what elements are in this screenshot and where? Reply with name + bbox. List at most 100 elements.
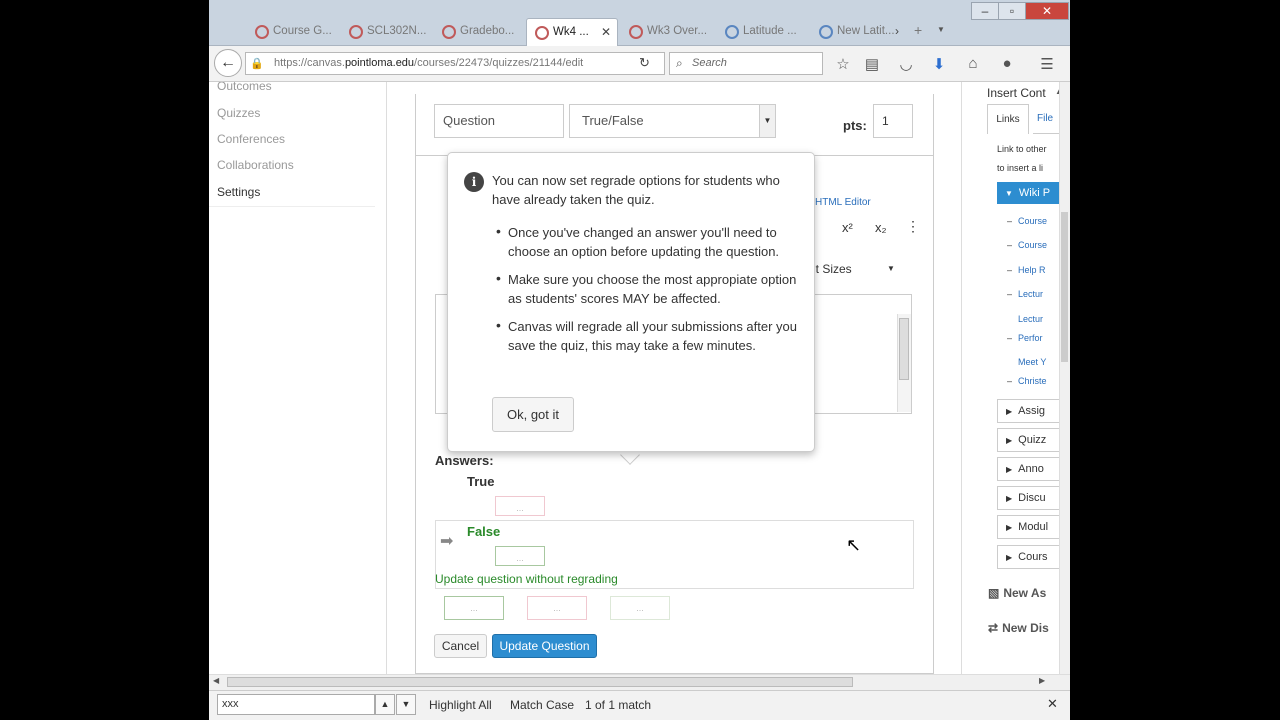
wiki-item[interactable]: – Help R	[1007, 261, 1046, 279]
sidebar-item-collaborations[interactable]: Collaborations	[217, 158, 294, 172]
close-find-icon[interactable]: ✕	[1047, 696, 1058, 712]
download-icon[interactable]: ⬇	[930, 55, 948, 73]
wiki-item[interactable]: – Lectur	[1007, 285, 1043, 303]
url-bar[interactable]: https://canvas.pointloma.edu/courses/224…	[245, 52, 665, 75]
globe-favicon-icon	[819, 25, 833, 39]
match-count: 1 of 1 match	[585, 698, 652, 712]
tab-links[interactable]: Links	[987, 104, 1029, 134]
wiki-item[interactable]: – Course	[1007, 212, 1047, 230]
tab-scroll-right-icon[interactable]: ›	[895, 24, 899, 38]
find-input[interactable]: xxx	[217, 694, 375, 715]
answer-false-label[interactable]: False	[467, 524, 500, 539]
right-panel-scrollbar[interactable]	[1059, 82, 1070, 674]
subscript-button[interactable]: x₂	[875, 220, 887, 235]
popover-bullet: Canvas will regrade all your submissions…	[508, 319, 798, 353]
sidebar-divider	[209, 206, 375, 207]
tab-close-icon[interactable]: ✕	[601, 19, 611, 46]
accordion-quizzes[interactable]: ▶ Quizz	[997, 428, 1067, 452]
home-icon[interactable]: ⌂	[964, 55, 982, 72]
highlight-all-toggle[interactable]: Highlight All	[429, 698, 492, 712]
accordion-assignments[interactable]: ▶ Assig	[997, 399, 1067, 423]
question-type-select[interactable]: True/False	[569, 104, 776, 138]
regrade-option-box[interactable]: ...	[610, 596, 670, 620]
sidebar-item-conferences[interactable]: Conferences	[217, 132, 285, 146]
bullet-icon: •	[496, 223, 501, 239]
match-case-toggle[interactable]: Match Case	[510, 698, 574, 712]
wiki-item[interactable]: Lectur	[1007, 310, 1043, 328]
chevron-down-icon[interactable]: ▼	[887, 264, 895, 273]
tab-latitude[interactable]: Latitude ...	[717, 18, 809, 46]
ok-got-it-button[interactable]: Ok, got it	[492, 397, 574, 432]
cancel-button[interactable]: Cancel	[434, 634, 487, 658]
accordion-modules[interactable]: ▶ Modul	[997, 515, 1067, 539]
page-hscroll-thumb[interactable]	[227, 677, 853, 687]
back-arrow-icon[interactable]: ←	[214, 49, 242, 77]
tab-scl302n[interactable]: SCL302N...	[341, 18, 433, 46]
scroll-right-icon[interactable]: ▶	[1039, 676, 1045, 685]
points-input[interactable]: 1	[873, 104, 913, 138]
close-window-icon[interactable]: ✕	[1025, 2, 1069, 20]
update-question-button[interactable]: Update Question	[492, 634, 597, 658]
wiki-item[interactable]: Meet Y	[1007, 353, 1046, 371]
html-editor-link[interactable]: HTML Editor	[815, 197, 871, 208]
tab-course-g[interactable]: Course G...	[247, 18, 339, 46]
popover-bullet: Make sure you choose the most appropiate…	[508, 272, 797, 306]
regrade-option-box[interactable]: ...	[527, 596, 587, 620]
reading-list-icon[interactable]: ▤	[863, 55, 881, 73]
wiki-item[interactable]: – Christe	[1007, 372, 1047, 390]
wiki-pages-header[interactable]: ▼ Wiki P	[997, 182, 1067, 204]
tab-wk3-overview[interactable]: Wk3 Over...	[621, 18, 713, 46]
menu-icon[interactable]: ☰	[1038, 55, 1056, 73]
minimize-icon[interactable]: –	[971, 2, 999, 20]
sidebar-item-settings[interactable]: Settings	[217, 185, 260, 199]
font-sizes-select[interactable]: nt Sizes	[809, 262, 852, 276]
accordion-discussions[interactable]: ▶ Discu	[997, 486, 1067, 510]
maximize-icon[interactable]: ▫	[998, 2, 1026, 20]
regrade-option-text[interactable]: Update question without regrading	[435, 572, 618, 586]
canvas-favicon-icon	[535, 26, 549, 40]
chevron-down-icon: ▼	[1005, 189, 1013, 198]
search-input[interactable]: Search	[669, 52, 823, 75]
pocket-icon[interactable]: ◡	[897, 55, 915, 73]
popover-bullet: Once you've changed an answer you'll nee…	[508, 225, 780, 259]
tab-new-latitude[interactable]: New Latit...	[811, 18, 903, 46]
popover-intro-text: You can now set regrade options for stud…	[492, 173, 780, 207]
tab-wk4[interactable]: Wk4 ... ✕	[526, 18, 618, 46]
accordion-announcements[interactable]: ▶ Anno	[997, 457, 1067, 481]
question-name-input[interactable]: Question	[434, 104, 564, 138]
answer-true-label[interactable]: True	[467, 474, 494, 489]
lock-icon: 🔒	[250, 58, 264, 70]
tab-list-icon[interactable]: ▼	[937, 25, 945, 34]
canvas-favicon-icon	[255, 25, 269, 39]
canvas-favicon-icon	[442, 25, 456, 39]
answer-comment-box[interactable]: ...	[495, 546, 545, 566]
answers-label: Answers:	[435, 453, 494, 468]
find-next-icon[interactable]: ▼	[396, 694, 416, 715]
sidebar-item-quizzes[interactable]: Quizzes	[217, 106, 260, 120]
chat-icon[interactable]: ●	[998, 55, 1016, 72]
points-label: pts:	[843, 118, 867, 133]
tab-gradebook[interactable]: Gradebo...	[434, 18, 526, 46]
chevron-down-icon[interactable]: ▼	[759, 105, 775, 137]
wiki-item[interactable]: – Course	[1007, 236, 1047, 254]
editor-scroll-thumb[interactable]	[899, 318, 909, 380]
superscript-button[interactable]: x²	[842, 220, 853, 235]
new-assignment-link[interactable]: ▧ New As	[988, 586, 1046, 600]
correct-answer-arrow-icon: ➡	[440, 533, 454, 550]
answer-comment-box[interactable]: ...	[495, 496, 545, 516]
new-discussion-link[interactable]: ⇄ New Dis	[988, 621, 1049, 635]
find-previous-icon[interactable]: ▲	[375, 694, 395, 715]
regrade-option-box[interactable]: ...	[444, 596, 504, 620]
new-tab-icon[interactable]: +	[914, 22, 922, 38]
wiki-item[interactable]: – Perfor	[1007, 329, 1043, 347]
more-options-icon[interactable]: ⋮	[906, 218, 920, 235]
scroll-left-icon[interactable]: ◀	[213, 676, 219, 685]
bookmark-star-icon[interactable]: ☆	[834, 55, 852, 73]
sidebar-item-outcomes[interactable]: Outcomes	[217, 82, 272, 93]
tab-strip: Course G... SCL302N... Gradebo... Wk4 ..…	[209, 0, 1070, 46]
accordion-course-navigation[interactable]: ▶ Cours	[997, 545, 1067, 569]
reload-icon[interactable]: ↻	[639, 55, 650, 71]
bullet-icon: •	[496, 317, 501, 333]
bullet-icon: •	[496, 270, 501, 286]
right-panel-scroll-thumb[interactable]	[1061, 212, 1068, 362]
